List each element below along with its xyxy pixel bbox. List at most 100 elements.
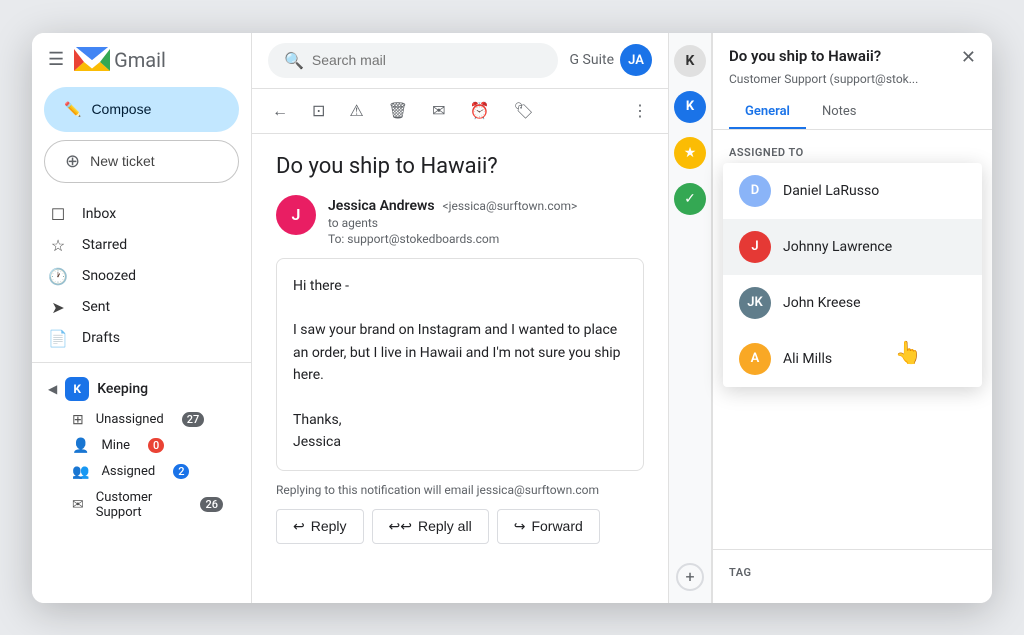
gsuite-label: G Suite <box>570 52 614 68</box>
sidebar-sub-item-label: Customer Support <box>96 490 183 520</box>
snoozed-icon: 🕐 <box>48 267 68 286</box>
delete-icon[interactable]: 🗑 <box>384 97 412 124</box>
email-body: Hi there - I saw your brand on Instagram… <box>276 258 644 471</box>
new-ticket-button[interactable]: ⊕ New ticket <box>44 140 239 183</box>
tag-section: TAG <box>713 549 992 603</box>
reply-all-icon: ↩↩ <box>389 518 412 535</box>
sidebar-item-snoozed[interactable]: 🕐 Snoozed <box>32 261 239 292</box>
star-rating-icon[interactable]: ★ <box>674 137 706 169</box>
search-bar[interactable]: 🔍 <box>268 43 558 78</box>
tab-notes[interactable]: Notes <box>806 96 873 129</box>
keeping-section-header[interactable]: ◀ K Keeping <box>32 371 251 407</box>
unassigned-icon: ⊞ <box>72 412 84 428</box>
sidebar-item-drafts[interactable]: 📄 Drafts <box>32 323 239 354</box>
more-options-icon[interactable]: ⋮ <box>628 97 652 124</box>
close-panel-icon[interactable]: ✕ <box>961 47 976 68</box>
sidebar-item-label: Drafts <box>82 330 120 346</box>
sidebar-sub-item-label: Mine <box>101 438 130 453</box>
to-agents-line: to agents <box>328 216 644 230</box>
mark-read-icon[interactable]: ✉ <box>428 97 449 124</box>
email-action-buttons: ↩ Reply ↩↩ Reply all ↪ Forward <box>276 509 644 544</box>
avatar: JA <box>620 44 652 76</box>
sidebar-sub-item-label: Assigned <box>101 464 155 479</box>
add-app-icon[interactable]: + <box>676 563 704 591</box>
drafts-icon: 📄 <box>48 329 68 348</box>
new-ticket-label: New ticket <box>90 153 155 169</box>
snooze-icon[interactable]: ⏰ <box>465 97 493 124</box>
keeping-icon: K <box>65 377 89 401</box>
side-panel: Do you ship to Hawaii? ✕ Customer Suppor… <box>712 33 992 603</box>
reply-label: Reply <box>311 518 347 534</box>
customer-support-icon: ✉ <box>72 497 84 513</box>
gmail-logo: Gmail <box>74 47 166 73</box>
reply-all-button[interactable]: ↩↩ Reply all <box>372 509 489 544</box>
forward-label: Forward <box>531 518 582 534</box>
dropdown-item-daniel[interactable]: D Daniel LaRusso <box>723 163 982 219</box>
gmail-label: Gmail <box>114 48 166 72</box>
sidebar: ☰ Gmail ✏️ Compose ⊕ New ticket ☐ In <box>32 33 252 603</box>
starred-icon: ☆ <box>48 236 68 255</box>
sender-name: Jessica Andrews <box>328 198 435 214</box>
dropdown-item-johnny[interactable]: J Johnny Lawrence 👆 <box>723 219 982 275</box>
sidebar-item-label: Starred <box>82 237 127 253</box>
johnny-name: Johnny Lawrence <box>783 239 892 255</box>
sender-info: Jessica Andrews <jessica@surftown.com> t… <box>328 195 644 246</box>
sidebar-item-starred[interactable]: ☆ Starred <box>32 230 239 261</box>
check-mark-icon[interactable]: ✓ <box>674 183 706 215</box>
main-content: 🔍 G Suite JA ← ⊡ ⚠ 🗑 ✉ ⏰ 🏷 ⋮ Do you ship… <box>252 33 668 603</box>
john-kreese-avatar: JK <box>739 287 771 319</box>
sidebar-item-mine[interactable]: 👤 Mine 0 <box>32 433 239 459</box>
side-panel-header: Do you ship to Hawaii? ✕ Customer Suppor… <box>713 33 992 130</box>
sidebar-item-label: Sent <box>82 299 110 315</box>
reply-all-label: Reply all <box>418 518 472 534</box>
archive-icon[interactable]: ⊡ <box>308 97 329 124</box>
body-main-text: I saw your brand on Instagram and I want… <box>293 319 627 386</box>
panel-title: Do you ship to Hawaii? <box>729 47 881 65</box>
sidebar-item-customer-support[interactable]: ✉ Customer Support 26 <box>32 485 239 525</box>
top-toolbar: 🔍 G Suite JA <box>252 33 668 89</box>
report-icon[interactable]: ⚠ <box>345 97 367 124</box>
keeping-app-icon[interactable]: K <box>674 91 706 123</box>
dropdown-item-john-kreese[interactable]: JK John Kreese <box>723 275 982 331</box>
body-greeting: Hi there - <box>293 275 627 297</box>
sidebar-item-sent[interactable]: ➤ Sent <box>32 292 239 323</box>
daniel-avatar: D <box>739 175 771 207</box>
inbox-icon: ☐ <box>48 205 68 224</box>
johnny-avatar: J <box>739 231 771 263</box>
gmail-m-logo <box>74 47 110 73</box>
k-avatar-icon[interactable]: K <box>674 45 706 77</box>
forward-button[interactable]: ↪ Forward <box>497 509 600 544</box>
keeping-label: Keeping <box>97 381 148 397</box>
assigned-to-label: ASSIGNED TO <box>729 146 976 159</box>
email-subject: Do you ship to Hawaii? <box>276 154 644 179</box>
search-input[interactable] <box>312 52 542 68</box>
gsuite-badge: G Suite JA <box>570 44 652 76</box>
body-signature: Jessica <box>293 431 627 453</box>
john-kreese-name: John Kreese <box>783 295 861 311</box>
compose-button[interactable]: ✏️ Compose <box>44 87 239 132</box>
tag-label: TAG <box>729 566 976 579</box>
daniel-name: Daniel LaRusso <box>783 183 879 199</box>
reply-button[interactable]: ↩ Reply <box>276 509 364 544</box>
back-icon[interactable]: ← <box>268 97 292 125</box>
sent-icon: ➤ <box>48 298 68 317</box>
to-address: To: support@stokedboards.com <box>328 232 644 246</box>
dropdown-item-ali[interactable]: A Ali Mills <box>723 331 982 387</box>
panel-subtitle: Customer Support (support@stok... <box>729 72 976 86</box>
search-icon: 🔍 <box>284 51 304 70</box>
customer-support-badge: 26 <box>200 497 223 512</box>
sidebar-item-assigned[interactable]: 👥 Assigned 2 <box>32 459 239 485</box>
sidebar-item-inbox[interactable]: ☐ Inbox <box>32 199 239 230</box>
sidebar-item-unassigned[interactable]: ⊞ Unassigned 27 <box>32 407 239 433</box>
tab-general[interactable]: General <box>729 96 806 129</box>
sidebar-divider <box>32 362 251 363</box>
new-ticket-plus-icon: ⊕ <box>65 151 80 172</box>
email-meta: J Jessica Andrews <jessica@surftown.com>… <box>276 195 644 246</box>
panel-tabs: General Notes <box>729 96 976 129</box>
mine-icon: 👤 <box>72 438 89 454</box>
label-icon[interactable]: 🏷 <box>509 97 537 124</box>
ali-avatar: A <box>739 343 771 375</box>
sender-name-row: Jessica Andrews <jessica@surftown.com> <box>328 195 644 214</box>
sidebar-header: ☰ Gmail <box>32 47 251 87</box>
menu-icon[interactable]: ☰ <box>48 49 64 70</box>
